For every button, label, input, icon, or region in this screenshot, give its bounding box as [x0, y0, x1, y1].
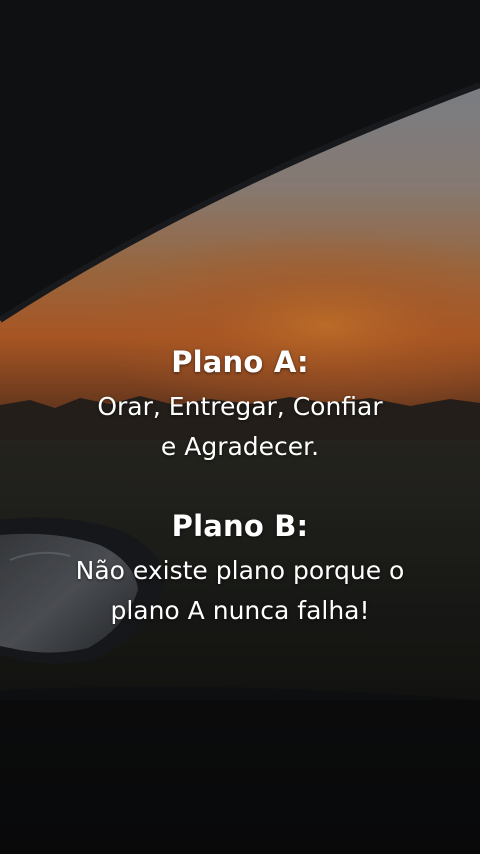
car-window-sunset-background: [0, 0, 480, 854]
plan-b-heading: Plano B:: [171, 509, 309, 543]
plan-a-text-line-2: e Agradecer.: [160, 432, 320, 461]
plan-a-text-line-1: Orar, Entregar, Confiar: [97, 392, 383, 421]
plan-a-heading: Plano A:: [171, 345, 309, 379]
plan-b-text-line-1: Não existe plano porque o: [75, 556, 405, 585]
plan-b-text-line-2: plano A nunca falha!: [110, 596, 370, 625]
video-frame: Plano A: Orar, Entregar, Confiar e Agrad…: [0, 0, 480, 854]
